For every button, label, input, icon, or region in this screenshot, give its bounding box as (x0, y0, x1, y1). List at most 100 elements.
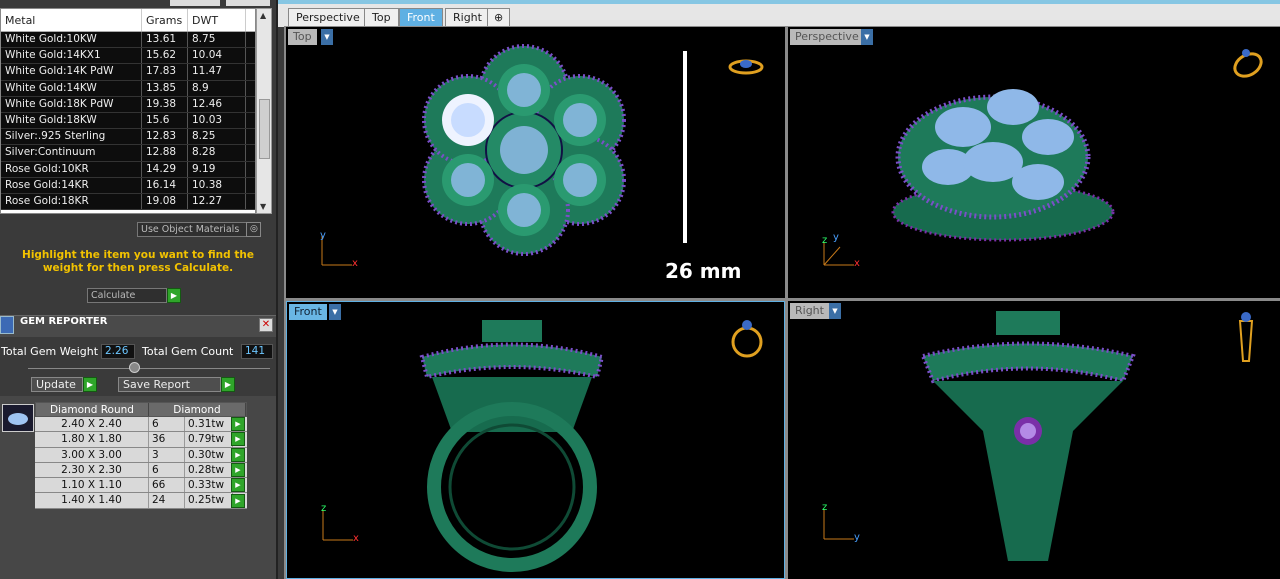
scroll-up-icon[interactable]: ▲ (260, 11, 266, 20)
gem-size: 1.10 X 1.10 (35, 478, 149, 493)
save-report-button-label[interactable]: Save Report (118, 377, 221, 392)
table-row[interactable]: Silver:Continuum 12.88 8.28 (1, 145, 255, 162)
gem-reporter-icon (0, 316, 14, 334)
metal-name: White Gold:10KW (1, 32, 142, 48)
metal-table-scrollbar[interactable]: ▲ ▼ (256, 8, 272, 214)
use-object-materials-checkbox[interactable]: Use Object Materials (137, 222, 261, 237)
header-dwt[interactable]: DWT (188, 9, 246, 31)
gem-weight: 0.30tw (185, 447, 233, 462)
table-row[interactable]: 1.10 X 1.10 66 0.33tw (35, 478, 247, 494)
metal-table-header: Metal Grams DWT (1, 9, 255, 32)
gem-reporter-title: GEM REPORTER (20, 316, 108, 327)
gem-size: 2.40 X 2.40 (35, 417, 149, 432)
toolbar-stub[interactable] (226, 0, 270, 6)
diamond-thumbnail[interactable] (2, 404, 34, 432)
calculate-field[interactable]: Calculate (87, 288, 167, 303)
table-row[interactable]: 1.80 X 1.80 36 0.79tw (35, 432, 247, 448)
gem-size: 1.80 X 1.80 (35, 432, 149, 447)
table-row[interactable]: 3.00 X 3.00 3 0.30tw (35, 447, 247, 463)
table-row[interactable]: White Gold:18KW 15.6 10.03 (1, 112, 255, 130)
tab-right[interactable]: Right (445, 8, 490, 27)
viewport-perspective[interactable]: Perspective ▼ z y x (788, 27, 1280, 298)
tab-top[interactable]: Top (364, 8, 399, 27)
axis-x-label: x (353, 533, 359, 544)
calculate-hint: Highlight the item you want to find the … (22, 249, 254, 274)
toggle-icon[interactable]: ◎ (246, 222, 261, 237)
total-gem-weight-value: 2.26 (101, 344, 135, 359)
gem-count: 6 (149, 417, 185, 432)
table-row[interactable]: White Gold:10KW 13.61 8.75 (1, 32, 255, 49)
close-icon[interactable]: ✕ (259, 318, 273, 332)
tab-front[interactable]: Front (399, 8, 443, 27)
gem-weight: 0.25tw (185, 493, 233, 508)
ring-thumbnail-icon (1233, 49, 1263, 78)
row-select-button[interactable]: ▶ (231, 478, 245, 493)
axis-y-label: y (833, 232, 839, 243)
metal-grams: 13.61 (142, 32, 188, 48)
viewport-grid: Top ▼ y x 26 mm Perspective ▼ z y x Fron… (284, 26, 1280, 579)
row-select-button[interactable]: ▶ (231, 447, 245, 462)
header-material[interactable]: Diamond (149, 403, 246, 416)
header-metal[interactable]: Metal (1, 9, 142, 31)
table-row[interactable]: Rose Gold:18KR 19.08 12.27 (1, 193, 255, 211)
scroll-thumb[interactable] (259, 99, 270, 159)
table-row[interactable]: White Gold:14KX1 15.62 10.04 (1, 48, 255, 65)
tab-perspective[interactable]: Perspective (288, 8, 368, 27)
table-row[interactable]: Rose Gold:14KR 16.14 10.38 (1, 177, 255, 194)
metal-grams: 15.62 (142, 48, 188, 64)
metal-dwt: 8.28 (188, 145, 246, 161)
header-shape[interactable]: Diamond Round (36, 403, 149, 416)
metal-dwt: 10.03 (188, 112, 246, 129)
metal-dwt: 8.75 (188, 32, 246, 48)
slider-handle[interactable] (129, 362, 140, 373)
viewport-front[interactable]: Front ▼ z x (286, 301, 785, 579)
axis-y-label: y (320, 230, 326, 241)
scale-label: 26 mm (665, 259, 742, 283)
left-panel: Metal Grams DWT White Gold:10KW 13.61 8.75… (0, 0, 278, 579)
viewport-top[interactable]: Top ▼ y x 26 mm (286, 27, 785, 298)
table-row[interactable]: Rose Gold:10KR 14.29 9.19 (1, 161, 255, 178)
app-window: Metal Grams DWT White Gold:10KW 13.61 8.75… (0, 0, 1280, 579)
top-view-ring-render (321, 44, 764, 266)
table-row[interactable]: 2.40 X 2.40 6 0.31tw (35, 417, 247, 433)
metal-grams: 16.14 (142, 177, 188, 193)
metal-dwt: 10.38 (188, 177, 246, 193)
total-gem-count-label: Total Gem Count (142, 345, 234, 358)
axis-z-label: z (321, 503, 327, 514)
header-grams[interactable]: Grams (142, 9, 188, 31)
toolbar-stub[interactable] (170, 0, 220, 6)
save-report-button[interactable]: ▶ (221, 377, 235, 392)
row-select-button[interactable]: ▶ (231, 432, 245, 447)
metal-dwt: 11.47 (188, 64, 246, 80)
slider-track[interactable] (28, 368, 270, 369)
metal-dwt: 10.04 (188, 48, 246, 64)
metal-name: White Gold:18K PdW (1, 96, 142, 112)
calculate-button[interactable]: ▶ (167, 288, 181, 303)
add-tab-icon[interactable]: ⊕ (487, 8, 511, 27)
scroll-down-icon[interactable]: ▼ (260, 202, 266, 211)
row-select-button[interactable]: ▶ (231, 462, 245, 477)
gem-weight: 0.31tw (185, 417, 233, 432)
table-row[interactable]: White Gold:18K PdW 19.38 12.46 (1, 96, 255, 113)
gem-count: 66 (149, 478, 185, 493)
axis-z-label: z (822, 235, 828, 246)
update-button[interactable]: ▶ (83, 377, 97, 392)
metal-name: Silver:.925 Sterling (1, 129, 142, 145)
metal-dwt: 12.46 (188, 96, 246, 112)
metal-name: White Gold:18KW (1, 112, 142, 129)
table-row[interactable]: White Gold:14K PdW 17.83 11.47 (1, 64, 255, 81)
table-row[interactable]: 1.40 X 1.40 24 0.25tw (35, 493, 247, 509)
update-button-label[interactable]: Update (31, 377, 83, 392)
row-select-button[interactable]: ▶ (231, 493, 245, 508)
table-row[interactable]: 2.30 X 2.30 6 0.28tw (35, 462, 247, 479)
axis-gizmo-front (322, 510, 353, 541)
table-row[interactable]: Silver:.925 Sterling 12.83 8.25 (1, 129, 255, 146)
metal-dwt: 8.25 (188, 129, 246, 145)
table-row[interactable]: White Gold:14KW 13.85 8.9 (1, 80, 255, 97)
row-select-button[interactable]: ▶ (231, 417, 245, 431)
total-gem-count-value: 141 (241, 344, 273, 359)
viewport-right[interactable]: Right ▼ z y (788, 301, 1280, 579)
ring-thumbnail-icon (728, 59, 764, 75)
axis-z-label: z (822, 502, 828, 513)
ring-side-icon (731, 320, 763, 358)
